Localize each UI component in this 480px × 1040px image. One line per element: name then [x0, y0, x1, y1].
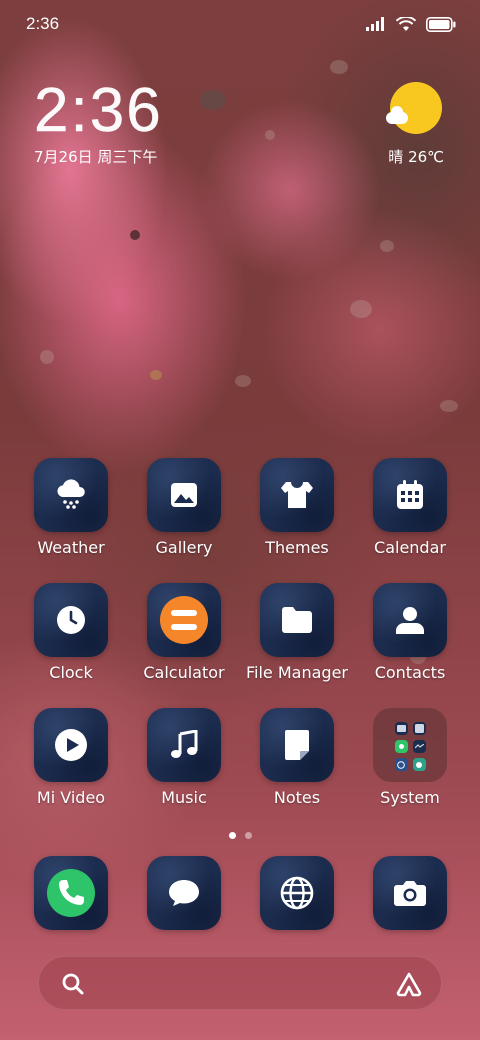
sunny-cloud-icon — [386, 82, 442, 138]
app-themes[interactable]: Themes — [242, 458, 352, 557]
clock-widget-time: 2:36 — [34, 76, 163, 145]
gallery-icon — [147, 458, 221, 532]
dock-messaging[interactable] — [129, 856, 239, 930]
mini-app-icon — [394, 722, 408, 735]
calculator-icon — [147, 583, 221, 657]
mini-app-icon — [412, 758, 426, 771]
search-bar[interactable] — [38, 956, 442, 1010]
weather-widget[interactable]: 晴 26℃ — [368, 82, 448, 167]
app-label: Gallery — [155, 538, 213, 557]
mini-app-icon — [412, 722, 426, 735]
app-label: Calendar — [374, 538, 446, 557]
app-system-folder[interactable]: System — [355, 708, 465, 807]
dock-browser[interactable] — [242, 856, 352, 930]
app-label: Notes — [273, 788, 321, 807]
calendar-icon — [373, 458, 447, 532]
app-label: Clock — [49, 663, 93, 682]
wifi-icon — [396, 16, 416, 32]
app-mi-video[interactable]: Mi Video — [16, 708, 126, 807]
clock-icon — [34, 583, 108, 657]
app-folder-icon — [373, 708, 447, 782]
app-label: System — [380, 788, 440, 807]
phone-icon — [34, 856, 108, 930]
status-icons — [366, 14, 456, 34]
assistant-icon[interactable] — [395, 971, 423, 1001]
contacts-icon — [373, 583, 447, 657]
app-label: Calculator — [143, 663, 225, 682]
app-contacts[interactable]: Contacts — [355, 583, 465, 682]
page-dot[interactable] — [244, 832, 252, 839]
app-label: Music — [161, 788, 207, 807]
app-label: Themes — [265, 538, 329, 557]
mini-app-icon — [394, 758, 408, 771]
chat-bubble-icon — [147, 856, 221, 930]
search-icon[interactable] — [61, 972, 85, 1000]
camera-icon — [373, 856, 447, 930]
app-label: Weather — [37, 538, 105, 557]
app-clock[interactable]: Clock — [16, 583, 126, 682]
music-note-icon — [147, 708, 221, 782]
notes-icon — [260, 708, 334, 782]
app-weather[interactable]: Weather — [16, 458, 126, 557]
app-gallery[interactable]: Gallery — [129, 458, 239, 557]
battery-icon — [426, 16, 456, 32]
page-dot-active[interactable] — [228, 832, 236, 839]
clock-widget[interactable]: 2:36 7月26日 周三下午 — [34, 76, 163, 167]
app-notes[interactable]: Notes — [242, 708, 352, 807]
signal-icon — [366, 17, 386, 31]
dock-camera[interactable] — [355, 856, 465, 930]
page-indicator — [0, 832, 480, 839]
app-calculator[interactable]: Calculator — [129, 583, 239, 682]
status-time: 2:36 — [26, 14, 60, 33]
dock-phone[interactable] — [16, 856, 126, 930]
app-file-manager[interactable]: File Manager — [242, 583, 352, 682]
weather-widget-text: 晴 26℃ — [388, 148, 444, 166]
weather-icon — [34, 458, 108, 532]
tshirt-icon — [260, 458, 334, 532]
app-calendar[interactable]: Calendar — [355, 458, 465, 557]
clock-widget-date: 7月26日 周三下午 — [34, 148, 158, 166]
app-music[interactable]: Music — [129, 708, 239, 807]
mini-app-icon — [394, 740, 408, 753]
app-label: Contacts — [374, 663, 446, 682]
mini-app-icon — [412, 740, 426, 753]
app-label: Mi Video — [36, 788, 106, 807]
app-label: File Manager — [246, 663, 348, 682]
status-bar: 2:36 — [0, 0, 480, 50]
play-icon — [34, 708, 108, 782]
globe-icon — [260, 856, 334, 930]
folder-icon — [260, 583, 334, 657]
